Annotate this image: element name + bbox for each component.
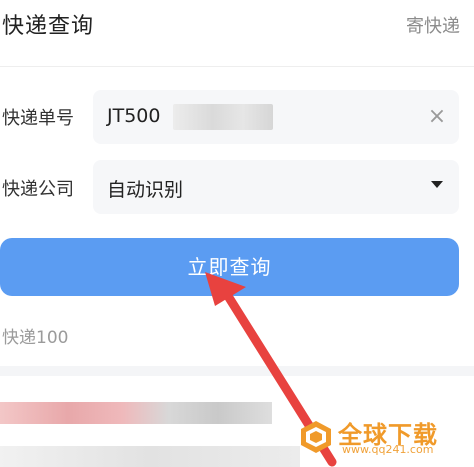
header-divider bbox=[0, 66, 474, 67]
redacted-tracking-digits bbox=[173, 104, 273, 130]
express-query-page: 快递查询 寄快递 快递单号 JT500 × 快递公司 自动识别 立即查询 快递1… bbox=[0, 0, 474, 467]
close-icon[interactable]: × bbox=[425, 105, 449, 129]
watermark-url: www.qq241.com bbox=[342, 443, 434, 456]
page-title: 快递查询 bbox=[2, 14, 95, 39]
courier-company-select[interactable]: 自动识别 bbox=[93, 160, 459, 214]
courier-company-value: 自动识别 bbox=[107, 179, 184, 201]
watermark-logo-icon bbox=[301, 421, 331, 453]
tracking-number-field[interactable]: JT500 × bbox=[93, 90, 459, 144]
send-express-link[interactable]: 寄快递 bbox=[406, 12, 460, 38]
tracking-number-label: 快递单号 bbox=[2, 108, 74, 129]
provider-name: 快递100 bbox=[2, 328, 69, 348]
red-arrow-annotation bbox=[205, 272, 337, 467]
site-watermark: 全球下载 www.qq241.com bbox=[298, 415, 468, 459]
caret-down-icon[interactable] bbox=[431, 181, 443, 188]
redacted-result-row-secondary bbox=[0, 446, 300, 467]
tracking-number-value: JT500 bbox=[107, 105, 161, 127]
courier-company-label: 快递公司 bbox=[2, 179, 74, 200]
redacted-result-row bbox=[0, 402, 272, 424]
query-now-button[interactable]: 立即查询 bbox=[0, 238, 459, 296]
section-separator bbox=[0, 366, 474, 376]
